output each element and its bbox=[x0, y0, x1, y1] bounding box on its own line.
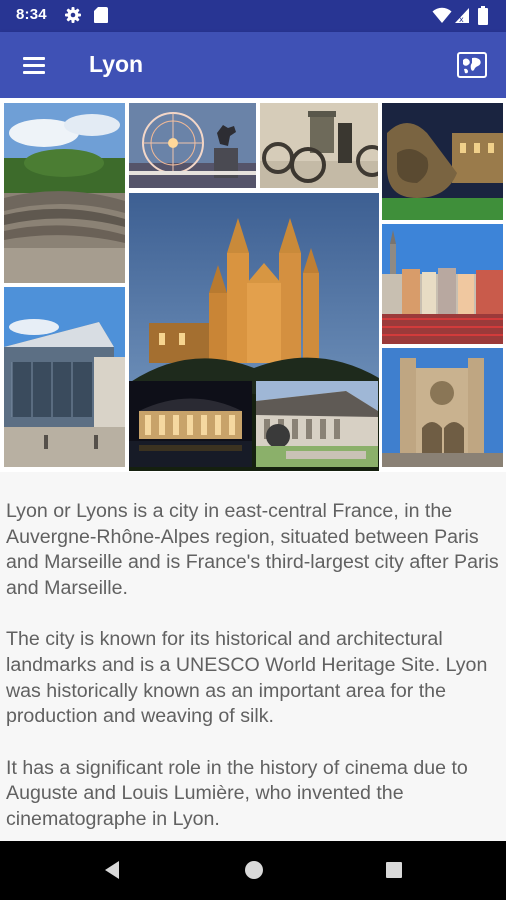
page-title: Lyon bbox=[89, 51, 144, 77]
sd-card-icon bbox=[93, 6, 109, 29]
museum-building-photo[interactable] bbox=[256, 381, 378, 467]
back-icon[interactable] bbox=[101, 859, 123, 886]
hamburger-menu-icon[interactable] bbox=[20, 52, 50, 78]
saint-jean-cathedral-photo[interactable] bbox=[382, 348, 503, 467]
ferris-wheel-statue-photo[interactable] bbox=[129, 103, 256, 188]
roman-theatre-photo[interactable] bbox=[4, 103, 125, 283]
wifi-icon bbox=[432, 6, 452, 29]
modern-building-photo[interactable] bbox=[4, 287, 125, 467]
article-body: Lyon or Lyons is a city in east-central … bbox=[0, 472, 506, 841]
article-paragraph: The city is known for its historical and… bbox=[6, 628, 488, 728]
article-paragraph: It has a significant role in the history… bbox=[6, 756, 468, 830]
status-bar: 8:34 x bbox=[0, 0, 506, 32]
status-time: 8:34 bbox=[16, 6, 47, 23]
article-paragraph: Lyon or Lyons is a city in east-central … bbox=[6, 500, 499, 599]
battery-icon bbox=[477, 6, 489, 31]
gear-icon bbox=[64, 6, 82, 29]
home-icon[interactable] bbox=[243, 859, 265, 886]
photo-collage bbox=[0, 98, 506, 472]
app-bar: Lyon bbox=[0, 32, 506, 98]
old-town-riverside-photo[interactable] bbox=[382, 224, 503, 344]
fountain-night-photo[interactable] bbox=[382, 103, 503, 220]
system-nav-bar bbox=[0, 841, 506, 900]
opera-night-photo[interactable] bbox=[129, 381, 252, 467]
museum-artifacts-photo[interactable] bbox=[260, 103, 378, 188]
map-icon[interactable] bbox=[455, 50, 489, 80]
recents-icon[interactable] bbox=[384, 859, 404, 886]
cellular-signal-icon: x bbox=[454, 6, 470, 29]
svg-text:x: x bbox=[459, 15, 464, 24]
